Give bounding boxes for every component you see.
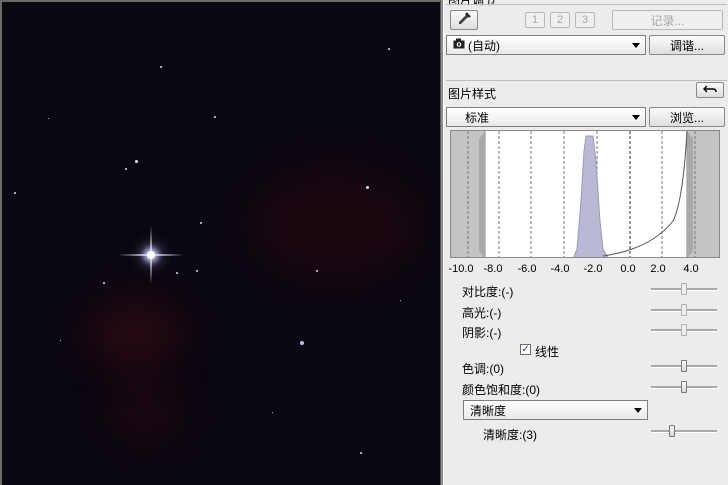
sharpness-mode-select[interactable]: 清晰度 (463, 400, 648, 420)
slot-2-button[interactable]: 2 (550, 12, 570, 28)
sharpness-slider[interactable] (651, 425, 717, 437)
histogram-tick: -4.0 (550, 263, 570, 275)
divider (446, 80, 727, 81)
record-button[interactable]: 记录... (612, 10, 723, 30)
undo-arrow-icon (703, 83, 717, 97)
histogram-tick: -6.0 (517, 263, 537, 275)
white-balance-select[interactable]: (自动) (446, 35, 646, 55)
linear-checkbox[interactable]: ✓ (520, 344, 531, 355)
picture-style-value: 标准 (465, 110, 490, 125)
tone-curve-graph (451, 131, 719, 257)
white-balance-value: (自动) (468, 38, 500, 53)
eyedropper-button[interactable] (450, 10, 478, 30)
browse-button[interactable]: 浏览... (649, 107, 725, 127)
chevron-down-icon (634, 408, 642, 413)
sharpness-label: 清晰度:(3) (483, 428, 538, 442)
contrast-slider[interactable] (651, 283, 717, 295)
divider (446, 4, 727, 5)
histogram-peak (573, 135, 609, 257)
tone-curve-line (602, 131, 688, 257)
shadow-slider[interactable] (651, 324, 717, 336)
histogram-tick: 4.0 (683, 263, 699, 275)
contrast-label: 对比度:(-) (462, 285, 514, 299)
tone-curve-histogram[interactable] (450, 130, 720, 258)
sharpness-mode-value: 清晰度 (470, 403, 507, 418)
histogram-tick: -8.0 (483, 263, 503, 275)
histogram-tick: 0.0 (620, 263, 636, 275)
picture-style-select[interactable]: 标准 (446, 107, 646, 127)
highlight-label: 高光:(-) (462, 306, 502, 320)
hue-label: 色调:(0) (462, 362, 505, 376)
picture-adjust-panel: 图片调节 1 2 3 记录... (自动) 调谐... 图片样式 标准 浏览..… (443, 0, 728, 485)
chevron-down-icon (632, 115, 640, 120)
saturation-label: 颜色饱和度:(0) (462, 383, 541, 397)
highlight-slider[interactable] (651, 304, 717, 316)
tune-button[interactable]: 调谐... (649, 35, 725, 55)
histogram-tick: 2.0 (650, 263, 666, 275)
linear-label: 线性 (535, 345, 560, 359)
histogram-tick: -2.0 (583, 263, 603, 275)
reset-button[interactable] (696, 82, 724, 98)
slot-3-button[interactable]: 3 (575, 12, 595, 28)
saturation-slider[interactable] (651, 381, 717, 393)
hue-slider[interactable] (651, 360, 717, 372)
slot-1-button[interactable]: 1 (525, 12, 545, 28)
eyedropper-icon (457, 11, 471, 29)
shadow-label: 阴影:(-) (462, 326, 502, 340)
picture-style-title: 图片样式 (448, 87, 497, 101)
chevron-down-icon (632, 43, 640, 48)
camera-icon (453, 38, 465, 52)
histogram-tick: -10.0 (448, 263, 474, 275)
image-preview-canvas[interactable] (0, 0, 440, 485)
canvas-border (0, 0, 440, 485)
